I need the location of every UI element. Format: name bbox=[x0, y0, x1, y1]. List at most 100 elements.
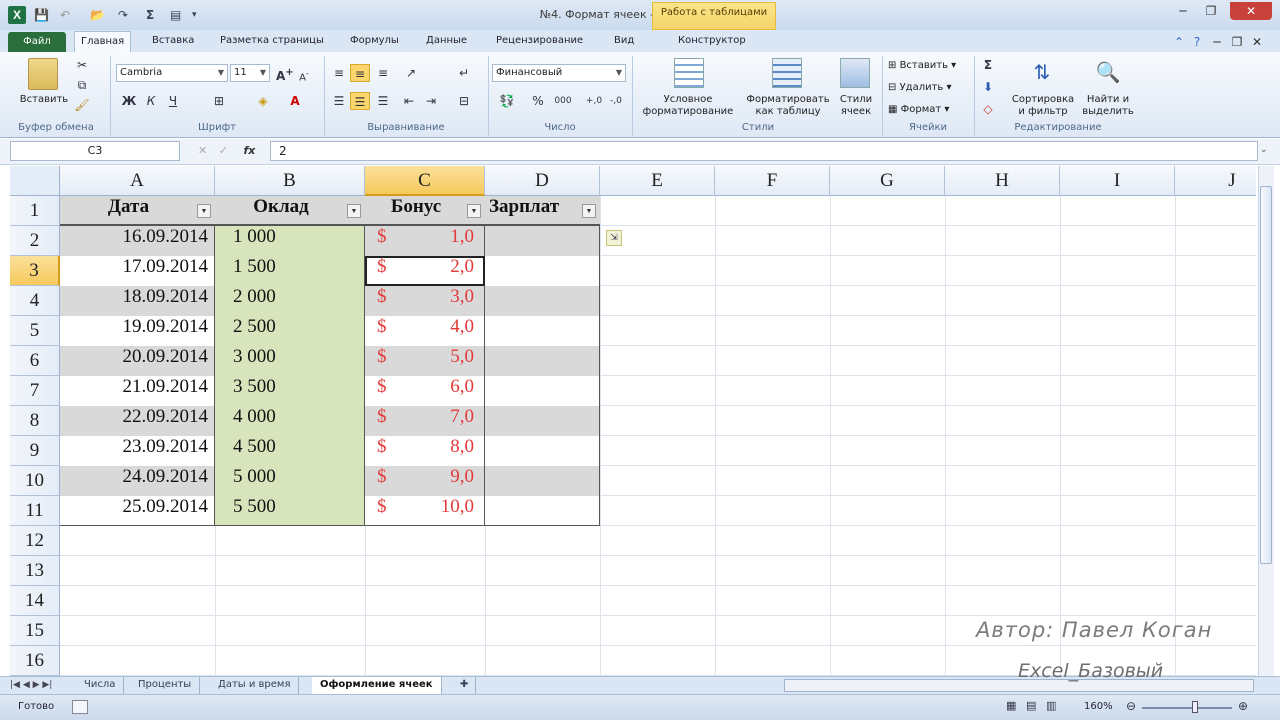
table-header-cell[interactable]: Зарплат ▼ bbox=[485, 196, 600, 226]
column-header-b[interactable]: B bbox=[215, 166, 365, 196]
cell-styles-button[interactable]: Стили ячеек bbox=[834, 94, 878, 118]
date-cell[interactable]: 19.09.2014 bbox=[60, 316, 215, 346]
tab-view[interactable]: Вид bbox=[608, 30, 640, 52]
font-name-select[interactable]: Cambria ▼ bbox=[116, 64, 228, 82]
bonus-cell[interactable]: $10,0 bbox=[365, 496, 485, 526]
column-header-i[interactable]: I bbox=[1060, 166, 1175, 196]
tab-formulas[interactable]: Формулы bbox=[344, 30, 405, 52]
paste-icon[interactable] bbox=[28, 58, 58, 90]
salary-cell[interactable]: 1 000 bbox=[215, 226, 365, 256]
minimize-window-button[interactable]: ─ bbox=[1170, 2, 1196, 20]
tab-review[interactable]: Рецензирование bbox=[490, 30, 589, 52]
salary-cell[interactable]: 4 000 bbox=[215, 406, 365, 436]
table-header-cell[interactable]: Оклад ▼ bbox=[215, 196, 365, 226]
salary-cell[interactable]: 5 500 bbox=[215, 496, 365, 526]
new-sheet-icon[interactable]: ✚ bbox=[452, 677, 476, 694]
table-header-cell[interactable]: Дата ▼ bbox=[60, 196, 215, 226]
find-select-icon[interactable]: 🔍 bbox=[1094, 58, 1122, 86]
select-all-corner[interactable] bbox=[10, 166, 60, 196]
salary-cell[interactable]: 3 000 bbox=[215, 346, 365, 376]
total-salary-cell[interactable] bbox=[485, 376, 600, 406]
row-header-3[interactable]: 3 bbox=[10, 256, 60, 286]
view-normal-icon[interactable]: ▦ bbox=[1006, 699, 1016, 712]
date-cell[interactable]: 24.09.2014 bbox=[60, 466, 215, 496]
row-header-13[interactable]: 13 bbox=[10, 556, 60, 586]
zoom-out-icon[interactable]: ⊖ bbox=[1126, 699, 1136, 713]
row-header-15[interactable]: 15 bbox=[10, 616, 60, 646]
bonus-cell[interactable]: $5,0 bbox=[365, 346, 485, 376]
bonus-cell[interactable]: $4,0 bbox=[365, 316, 485, 346]
conditional-formatting-button[interactable]: Условное форматирование bbox=[636, 94, 740, 118]
row-header-9[interactable]: 9 bbox=[10, 436, 60, 466]
format-painter-icon[interactable]: 🖌 bbox=[74, 96, 90, 114]
expand-formula-bar-icon[interactable]: ⌄ bbox=[1260, 145, 1268, 155]
total-salary-cell[interactable] bbox=[485, 286, 600, 316]
row-header-14[interactable]: 14 bbox=[10, 586, 60, 616]
restore-window-button[interactable]: ❐ bbox=[1198, 2, 1224, 20]
date-cell[interactable]: 20.09.2014 bbox=[60, 346, 215, 376]
quick-analysis-icon[interactable]: ⇲ bbox=[606, 230, 622, 246]
font-size-select[interactable]: 11 ▼ bbox=[230, 64, 270, 82]
total-salary-cell[interactable] bbox=[485, 346, 600, 376]
vertical-scroll-thumb[interactable] bbox=[1260, 186, 1272, 564]
total-salary-cell[interactable] bbox=[485, 256, 600, 286]
bonus-cell[interactable]: $6,0 bbox=[365, 376, 485, 406]
salary-cell[interactable]: 5 000 bbox=[215, 466, 365, 496]
date-cell[interactable]: 23.09.2014 bbox=[60, 436, 215, 466]
salary-cell[interactable]: 3 500 bbox=[215, 376, 365, 406]
salary-cell[interactable]: 2 500 bbox=[215, 316, 365, 346]
workbook-close-icon[interactable]: ✕ bbox=[1248, 34, 1266, 50]
tab-insert[interactable]: Вставка bbox=[146, 30, 200, 52]
salary-cell[interactable]: 4 500 bbox=[215, 436, 365, 466]
bonus-cell[interactable]: $9,0 bbox=[365, 466, 485, 496]
wrap-text-icon[interactable]: ↵ bbox=[454, 64, 474, 82]
total-salary-cell[interactable] bbox=[485, 496, 600, 526]
clear-icon[interactable]: ◇ bbox=[980, 100, 996, 118]
align-center-icon[interactable]: ☰ bbox=[350, 92, 370, 110]
fill-color-icon[interactable]: ◈ bbox=[254, 92, 272, 110]
row-header-11[interactable]: 11 bbox=[10, 496, 60, 526]
filter-dropdown-icon[interactable]: ▼ bbox=[467, 204, 481, 218]
number-format-select[interactable]: Финансовый ▼ bbox=[492, 64, 626, 82]
sort-filter-icon[interactable]: ⇅ bbox=[1028, 58, 1056, 86]
column-header-j[interactable]: J bbox=[1175, 166, 1256, 196]
row-header-4[interactable]: 4 bbox=[10, 286, 60, 316]
row-header-2[interactable]: 2 bbox=[10, 226, 60, 256]
accounting-format-icon[interactable]: 💱 bbox=[496, 92, 518, 110]
date-cell[interactable]: 16.09.2014 bbox=[60, 226, 215, 256]
tab-home[interactable]: Главная bbox=[74, 31, 132, 52]
column-header-d[interactable]: D bbox=[485, 166, 600, 196]
date-cell[interactable]: 18.09.2014 bbox=[60, 286, 215, 316]
borders-icon[interactable]: ⊞ bbox=[210, 92, 228, 110]
decrease-indent-icon[interactable]: ⇤ bbox=[400, 92, 418, 110]
percent-style-icon[interactable]: % bbox=[530, 92, 546, 110]
view-page-break-icon[interactable]: ▥ bbox=[1046, 699, 1056, 712]
find-select-button[interactable]: Найти и выделить bbox=[1078, 94, 1138, 118]
delete-cells-button[interactable]: ⊟ Удалить ▾ bbox=[888, 80, 974, 96]
filter-dropdown-icon[interactable]: ▼ bbox=[347, 204, 361, 218]
total-salary-cell[interactable] bbox=[485, 316, 600, 346]
row-header-10[interactable]: 10 bbox=[10, 466, 60, 496]
row-header-1[interactable]: 1 bbox=[10, 196, 60, 226]
format-cells-button[interactable]: ▦ Формат ▾ bbox=[888, 102, 974, 118]
format-as-table-button[interactable]: Форматировать как таблицу bbox=[742, 94, 834, 118]
column-header-g[interactable]: G bbox=[830, 166, 945, 196]
increase-decimal-icon[interactable]: +,0 bbox=[584, 92, 604, 110]
align-bottom-icon[interactable]: ≡ bbox=[374, 64, 392, 82]
workbook-restore-icon[interactable]: ❐ bbox=[1228, 34, 1246, 50]
name-box[interactable]: C3 bbox=[10, 141, 180, 161]
column-header-h[interactable]: H bbox=[945, 166, 1060, 196]
sheet-tab-numbers[interactable]: Числа bbox=[76, 677, 125, 694]
underline-button[interactable]: Ч bbox=[164, 92, 182, 110]
bonus-cell[interactable]: $3,0 bbox=[365, 286, 485, 316]
decrease-decimal-icon[interactable]: -,0 bbox=[606, 92, 626, 110]
increase-font-icon[interactable]: A+ bbox=[276, 64, 294, 83]
font-color-icon[interactable]: A bbox=[286, 92, 304, 110]
row-header-16[interactable]: 16 bbox=[10, 646, 60, 676]
conditional-formatting-icon[interactable] bbox=[674, 58, 704, 88]
bold-button[interactable]: Ж bbox=[120, 92, 138, 110]
column-header-c[interactable]: C bbox=[365, 166, 485, 196]
total-salary-cell[interactable] bbox=[485, 406, 600, 436]
merge-center-icon[interactable]: ⊟ bbox=[454, 92, 474, 110]
date-cell[interactable]: 21.09.2014 bbox=[60, 376, 215, 406]
